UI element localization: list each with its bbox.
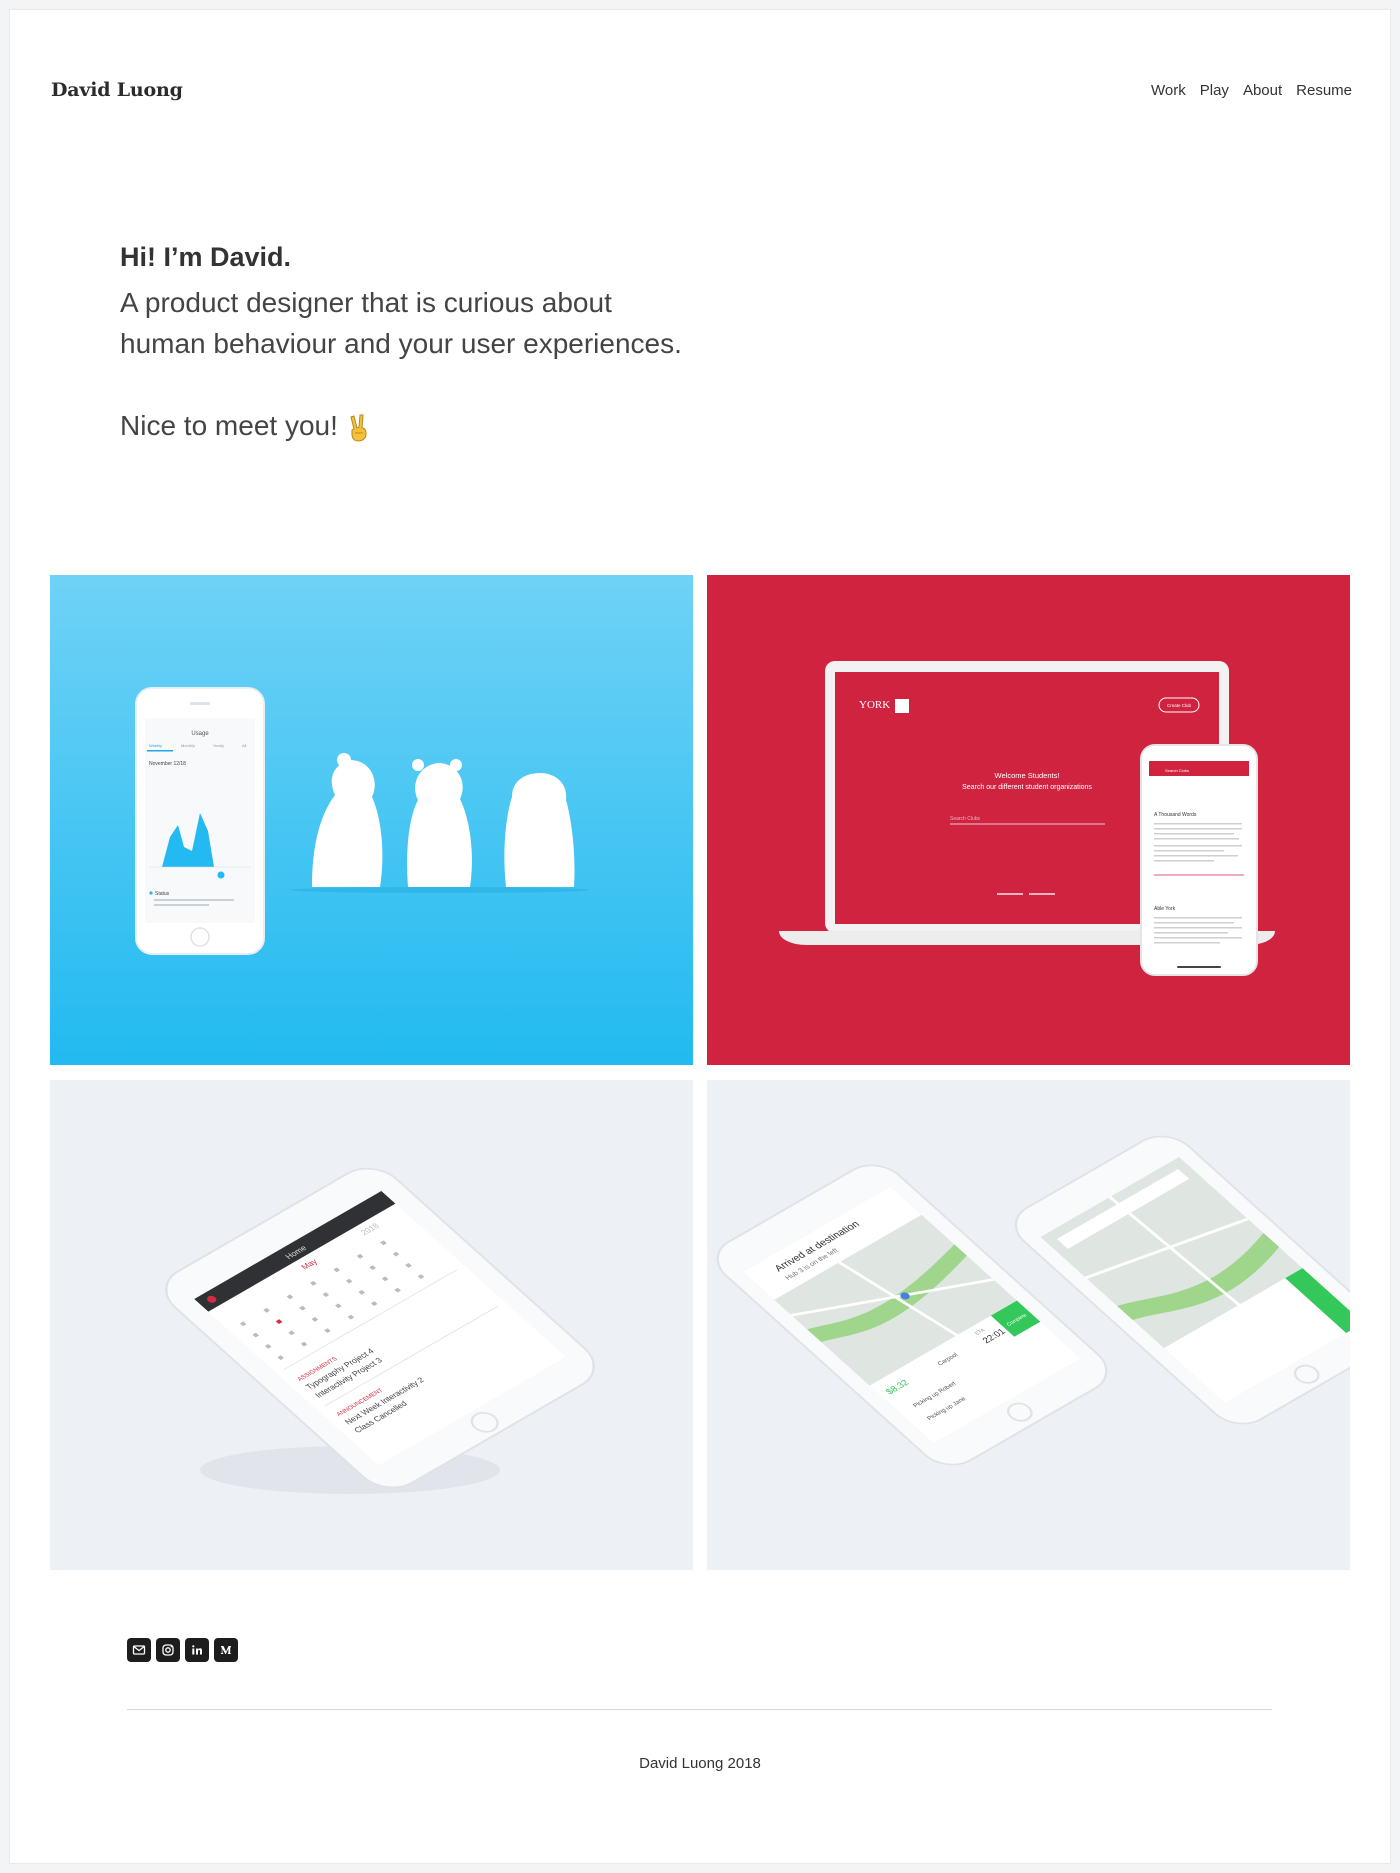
project-card-york-clubs[interactable]: YORK Create Club Welcome Students! Searc… (707, 575, 1350, 1065)
hero-meet-text: Nice to meet you! (120, 410, 338, 441)
project-card-usage-app[interactable]: Usage Weekly Monthly Yearly All November… (50, 575, 693, 1065)
svg-text:Create Club: Create Club (1167, 703, 1192, 708)
svg-text:November 12/18: November 12/18 (149, 761, 186, 767)
svg-text:Usage: Usage (191, 731, 209, 737)
svg-text:All: All (242, 743, 247, 748)
svg-text:A Thousand Words: A Thousand Words (1154, 812, 1197, 818)
main-nav: Work Play About Resume (1151, 82, 1352, 99)
hero: Hi! I’m David. A product designer that i… (120, 240, 920, 446)
calendar-app-phone-mockup: Home May 2018 ASSIGNMENTS Typography Pro… (165, 1167, 595, 1494)
hero-tagline: A product designer that is curious about… (120, 287, 682, 359)
medium-icon[interactable] (214, 1638, 238, 1662)
usage-app-phone-mockup: Usage Weekly Monthly Yearly All November… (135, 687, 590, 955)
site-logo[interactable]: David Luong (51, 79, 183, 101)
nav-work[interactable]: Work (1151, 82, 1186, 99)
svg-text:Search our different student o: Search our different student organizatio… (962, 784, 1092, 791)
project-card-rideshare-app[interactable]: Arrived at destination Hub 3 is on the l… (707, 1080, 1350, 1570)
svg-text:YORK: YORK (859, 699, 890, 711)
footer-copyright: David Luong 2018 (639, 1755, 761, 1772)
project-card-calendar-app[interactable]: Home May 2018 ASSIGNMENTS Typography Pro… (50, 1080, 693, 1570)
svg-text:Welcome Students!: Welcome Students! (995, 771, 1060, 780)
svg-text:Weekly: Weekly (149, 743, 162, 748)
project-grid: Usage Weekly Monthly Yearly All November… (50, 575, 1350, 1570)
nav-play[interactable]: Play (1200, 82, 1229, 99)
svg-text:Search Clubs: Search Clubs (950, 816, 981, 822)
nav-about[interactable]: About (1243, 82, 1282, 99)
social-links (127, 1638, 238, 1662)
instagram-icon[interactable] (156, 1638, 180, 1662)
svg-text:Yearly: Yearly (213, 743, 224, 748)
svg-text:Search Clubs: Search Clubs (1165, 768, 1189, 773)
footer-divider (127, 1709, 1272, 1710)
svg-text:Able York: Able York (1154, 906, 1176, 912)
rideshare-map-phones-mockup: Arrived at destination Hub 3 is on the l… (716, 1135, 1350, 1466)
hero-greeting: Hi! I’m David. (120, 242, 292, 272)
mail-icon[interactable] (127, 1638, 151, 1662)
york-clubs-laptop-mockup: YORK Create Club Welcome Students! Searc… (779, 661, 1275, 976)
nav-resume[interactable]: Resume (1296, 82, 1352, 99)
hero-meet: Nice to meet you! (120, 405, 920, 446)
svg-text:Monthly: Monthly (181, 743, 195, 748)
victory-hand-icon (348, 412, 370, 442)
svg-text:Status: Status (155, 891, 170, 897)
linkedin-icon[interactable] (185, 1638, 209, 1662)
